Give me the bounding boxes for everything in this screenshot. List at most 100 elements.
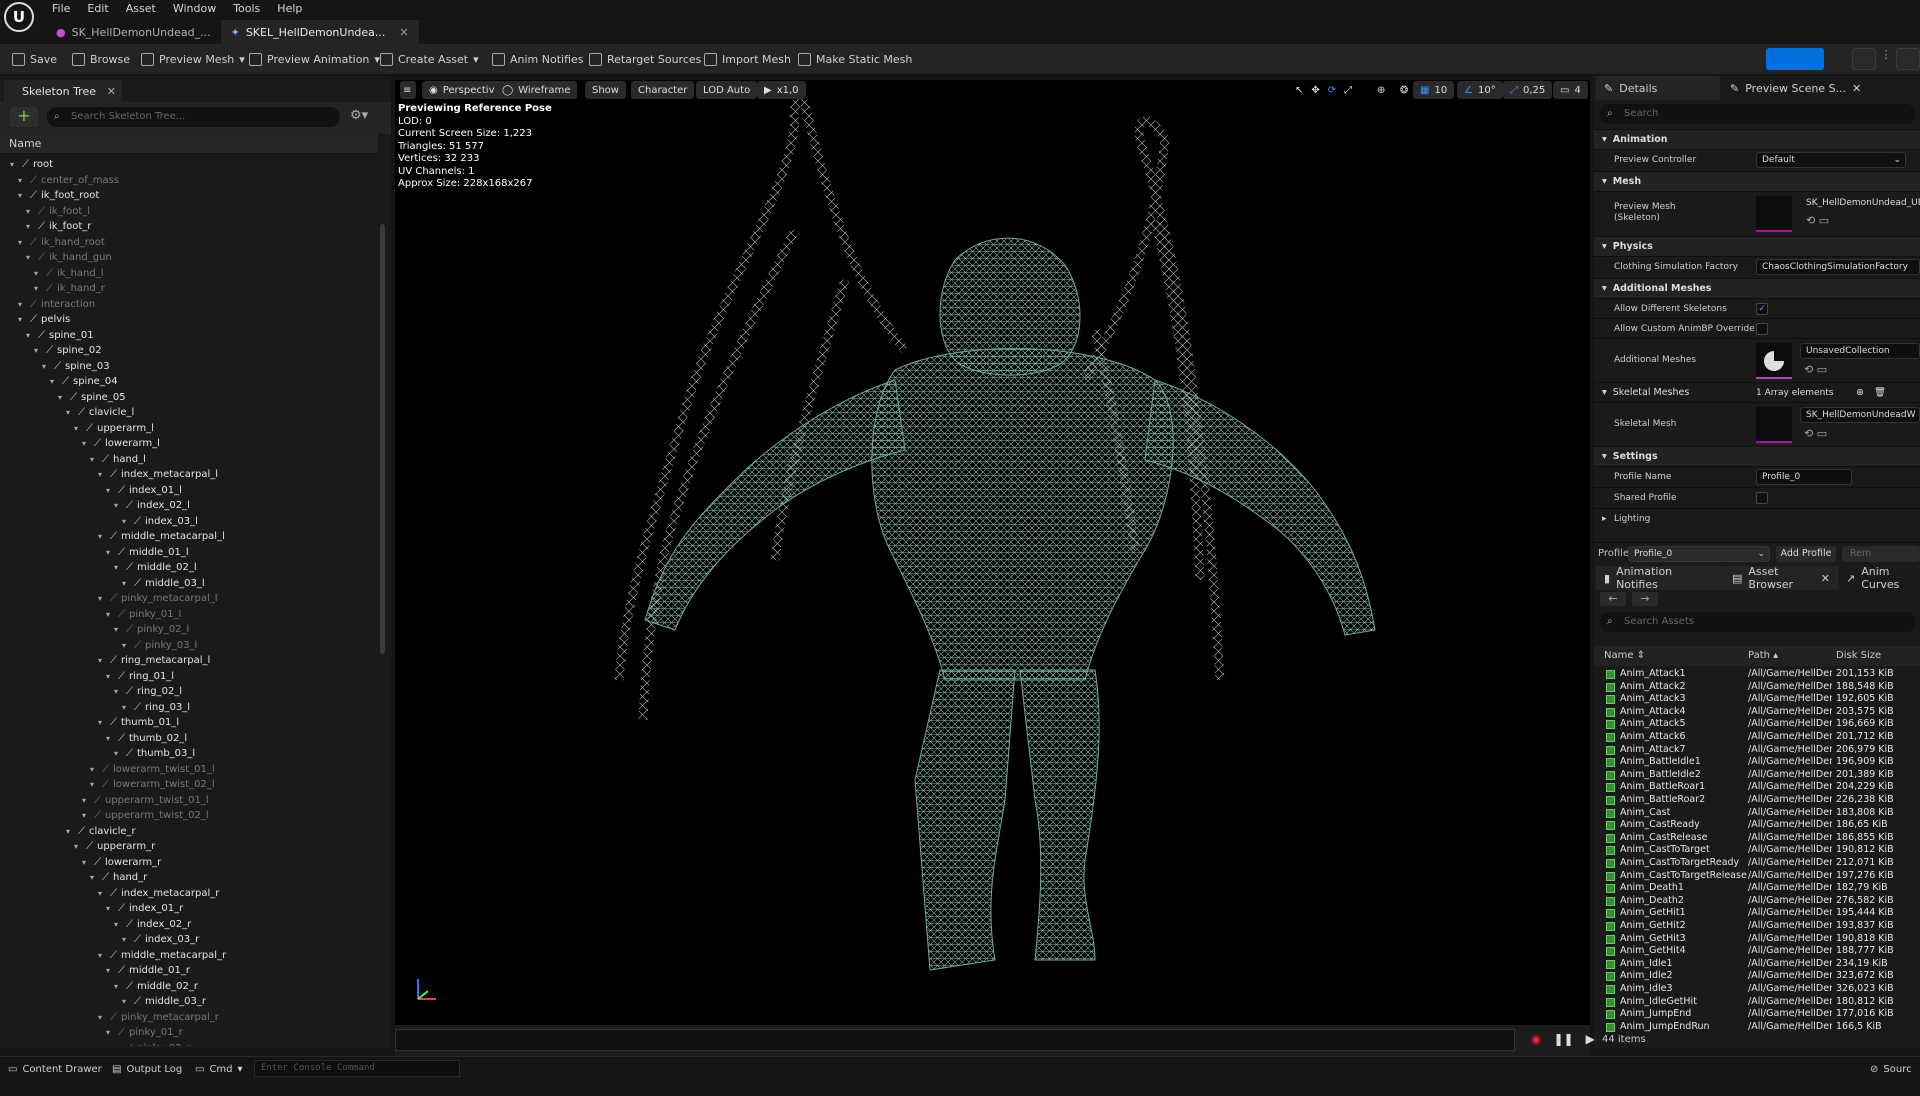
asset-row[interactable]: Anim_Attack3/All/Game/HellDen 192,605 KiB	[1594, 693, 1920, 705]
viewport[interactable]	[395, 80, 1590, 1025]
bone-row[interactable]: ▾ ⟋ index_03_r	[122, 932, 199, 947]
bone-row[interactable]: ▾ ⟋ pinky_02_r	[114, 1041, 191, 1047]
section-animation[interactable]: ▾ Animation	[1594, 129, 1920, 149]
asset-row[interactable]: Anim_Death2/All/Game/HellDen 276,582 KiB	[1594, 895, 1920, 907]
bone-row[interactable]: ▾ ⟋ hand_l	[90, 452, 146, 467]
expand-arrow-icon[interactable]: ▾	[122, 703, 130, 712]
bone-row[interactable]: ▾ ⟋ pinky_03_l	[122, 638, 197, 653]
expand-arrow-icon[interactable]: ▾	[122, 579, 130, 588]
expand-arrow-icon[interactable]: ▾	[66, 408, 74, 417]
expand-arrow-icon[interactable]: ▾	[122, 517, 130, 526]
expand-arrow-icon[interactable]: ▾	[98, 718, 106, 727]
expand-arrow-icon[interactable]: ▾	[114, 501, 122, 510]
menu-window[interactable]: Window	[173, 0, 216, 17]
bone-row[interactable]: ▾ ⟋ pelvis	[18, 312, 70, 327]
asset-row[interactable]: Anim_BattleRoar1/All/Game/HellDen 204,229…	[1594, 781, 1920, 793]
prop-lighting[interactable]: ▸ Lighting	[1594, 508, 1920, 529]
bone-row[interactable]: ▾ ⟋ spine_05	[58, 390, 126, 405]
expand-arrow-icon[interactable]: ▾	[106, 486, 114, 495]
section-additional-meshes[interactable]: ▾ Additional Meshes	[1594, 278, 1920, 298]
reset-icon[interactable]: ⟲ ▭	[1806, 214, 1829, 227]
expand-arrow-icon[interactable]: ▾	[66, 827, 74, 836]
bone-row[interactable]: ▾ ⟋ ik_hand_r	[34, 281, 105, 296]
expand-arrow-icon[interactable]: ▾	[98, 656, 106, 665]
expand-arrow-icon[interactable]: ▾	[98, 532, 106, 541]
asset-row[interactable]: Anim_Attack1/All/Game/HellDen 201,153 KiB	[1594, 668, 1920, 680]
expand-arrow-icon[interactable]: ▾	[114, 1044, 122, 1047]
profile-name-input[interactable]: Profile_0	[1756, 469, 1852, 485]
wireframe-button[interactable]: ◯ Wireframe	[495, 81, 578, 99]
bone-row[interactable]: ▾ ⟋ middle_01_l	[106, 545, 189, 560]
mesh-mode-button[interactable]	[1852, 48, 1876, 70]
asset-row[interactable]: Anim_Attack7/All/Game/HellDen 206,979 KiB	[1594, 744, 1920, 756]
expand-arrow-icon[interactable]: ▾	[114, 920, 122, 929]
preview-mesh-button[interactable]: Preview Mesh ▾	[141, 44, 245, 75]
bone-row[interactable]: ▾ ⟋ middle_03_r	[122, 994, 206, 1009]
expand-arrow-icon[interactable]: ▾	[34, 269, 42, 278]
bone-row[interactable]: ▾ ⟋ middle_02_l	[114, 560, 197, 575]
bone-row[interactable]: ▾ ⟋ lowerarm_r	[82, 855, 161, 870]
expand-arrow-icon[interactable]: ▾	[90, 765, 98, 774]
section-physics[interactable]: ▾ Physics	[1594, 236, 1920, 256]
expand-arrow-icon[interactable]: ▾	[58, 393, 66, 402]
asset-row[interactable]: Anim_JumpEndRun/All/Game/HellDen 166,5 Ki…	[1594, 1021, 1920, 1033]
reset-icon[interactable]: ⟲ ▭	[1804, 427, 1827, 440]
asset-row[interactable]: Anim_CastRelease/All/Game/HellDen 186,855…	[1594, 832, 1920, 844]
bone-row[interactable]: ▾ ⟋ index_metacarpal_l	[98, 467, 218, 482]
expand-arrow-icon[interactable]: ▾	[114, 749, 122, 758]
skeletal-mesh-dropdown[interactable]: SK_HellDemonUndeadW	[1800, 407, 1920, 423]
asset-row[interactable]: Anim_Attack6/All/Game/HellDen 201,712 KiB	[1594, 731, 1920, 743]
expand-arrow-icon[interactable]: ▾	[18, 191, 26, 200]
bone-row[interactable]: ▾ ⟋ thumb_03_l	[114, 746, 195, 761]
retarget-sources-button[interactable]: Retarget Sources	[589, 44, 701, 75]
output-log-button[interactable]: ▤ Output Log	[112, 1061, 182, 1077]
animation-mode-button[interactable]	[1896, 48, 1920, 70]
collection-thumbnail[interactable]	[1756, 343, 1792, 379]
expand-arrow-icon[interactable]: ▾	[106, 672, 114, 681]
bone-row[interactable]: ▾ ⟋ ik_foot_root	[18, 188, 99, 203]
asset-row[interactable]: Anim_CastToTargetRelease/All/Game/HellDe…	[1594, 870, 1920, 882]
remove-profile-button[interactable]: Rem	[1842, 546, 1920, 562]
expand-arrow-icon[interactable]: ▾	[82, 858, 90, 867]
more-icon[interactable]: ⋮	[1880, 48, 1892, 70]
back-arrow-icon[interactable]: ←	[1600, 592, 1626, 606]
allow-different-checkbox[interactable]: ✓	[1756, 303, 1768, 315]
camera-speed-button[interactable]: ▭ 4	[1553, 81, 1588, 99]
expand-arrow-icon[interactable]: ▾	[98, 470, 106, 479]
show-button[interactable]: Show	[585, 81, 626, 99]
expand-arrow-icon[interactable]: ▾	[90, 780, 98, 789]
asset-row[interactable]: Anim_GetHit1/All/Game/HellDen 195,444 KiB	[1594, 907, 1920, 919]
expand-arrow-icon[interactable]: ▾	[26, 207, 34, 216]
expand-arrow-icon[interactable]: ▾	[114, 625, 122, 634]
translate-icon[interactable]: ✥	[1311, 85, 1319, 96]
expand-arrow-icon[interactable]: ▾	[106, 548, 114, 557]
shared-profile-checkbox[interactable]	[1756, 492, 1768, 504]
bone-row[interactable]: ▾ ⟋ pinky_01_r	[106, 1025, 183, 1040]
expand-arrow-icon[interactable]: ▾	[18, 176, 26, 185]
bone-row[interactable]: ▾ ⟋ ring_01_l	[106, 669, 174, 684]
skeleton-search-input[interactable]: ⌕ Search Skeleton Tree...	[47, 107, 340, 127]
menu-file[interactable]: File	[52, 0, 70, 17]
asset-row[interactable]: Anim_BattleIdle1/All/Game/HellDen 196,909…	[1594, 756, 1920, 768]
menu-tools[interactable]: Tools	[233, 0, 260, 17]
bone-row[interactable]: ▾ ⟋ upperarm_l	[74, 421, 154, 436]
bone-row[interactable]: ▾ ⟋ upperarm_twist_02_l	[82, 808, 209, 823]
asset-row[interactable]: Anim_Idle2/All/Game/HellDen 323,672 KiB	[1594, 970, 1920, 982]
asset-row[interactable]: Anim_GetHit4/All/Game/HellDen 188,777 KiB	[1594, 945, 1920, 957]
bone-row[interactable]: ▾ ⟋ middle_metacarpal_l	[98, 529, 225, 544]
expand-arrow-icon[interactable]: ▾	[122, 997, 130, 1006]
hamburger-menu-icon[interactable]: ≡	[400, 81, 416, 99]
character-button[interactable]: Character	[631, 81, 695, 99]
skeleton-mode-button[interactable]	[1766, 48, 1824, 70]
expand-arrow-icon[interactable]: ▾	[98, 951, 106, 960]
col-name[interactable]: Name ⇕	[1604, 650, 1645, 661]
asset-row[interactable]: Anim_BattleRoar2/All/Game/HellDen 226,238…	[1594, 794, 1920, 806]
rotate-icon[interactable]: ⟳	[1328, 85, 1336, 96]
preview-mesh-thumbnail[interactable]	[1756, 196, 1792, 232]
console-input[interactable]: Enter Console Command	[254, 1060, 460, 1077]
close-icon[interactable]: ✕	[107, 85, 116, 98]
expand-arrow-icon[interactable]: ▾	[106, 966, 114, 975]
rotation-snap-button[interactable]: ∠ 10°	[1457, 81, 1503, 99]
scale-snap-button[interactable]: ⤢ 0,25	[1503, 81, 1553, 99]
expand-arrow-icon[interactable]: ▾	[122, 641, 130, 650]
